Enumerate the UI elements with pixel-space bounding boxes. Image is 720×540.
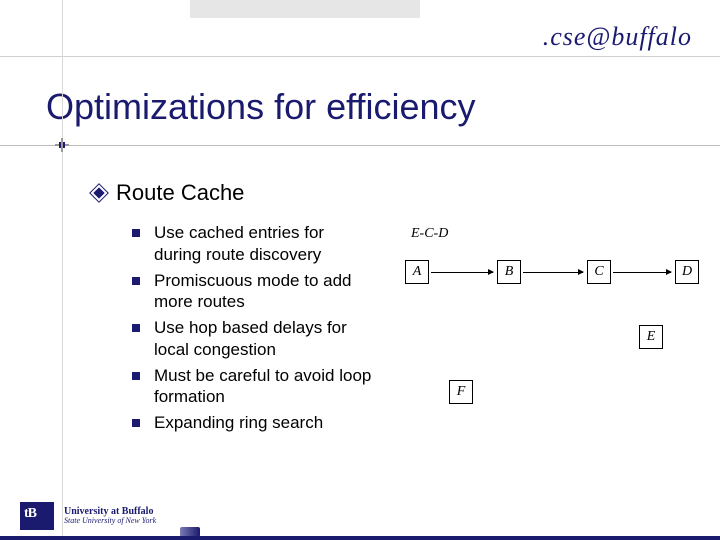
path-label: E-C-D [411,226,448,242]
bullet-list: Use cached entries for during route disc… [132,222,372,438]
arrow-c-d [613,272,671,273]
section-heading: Route Cache [92,180,244,206]
crosshair-icon [55,138,69,152]
diamond-bullet-icon [89,183,109,203]
bullet-item: Use hop based delays for local congestio… [132,317,372,361]
top-accent-bar [190,0,420,18]
top-divider [0,56,720,57]
node-a: A [405,260,429,284]
cse-buffalo-logo: .cse@buffalo [543,22,692,52]
slide-title: Optimizations for efficiency [46,86,476,128]
bullet-item: Use cached entries for during route disc… [132,222,372,266]
vertical-rule [62,0,63,540]
arrow-b-c [523,272,583,273]
bullet-item: Must be careful to avoid loop formation [132,365,372,409]
node-d: D [675,260,699,284]
footer: tB University at Buffalo State Universit… [20,502,156,530]
bullet-item: Expanding ring search [132,412,372,434]
route-diagram: E-C-D A B C D E F [405,220,705,420]
arrow-a-b [431,272,493,273]
horizontal-rule [0,145,720,146]
node-e: E [639,325,663,349]
section-heading-text: Route Cache [116,180,244,206]
footer-bar [0,536,720,540]
node-b: B [497,260,521,284]
footer-line2: State University of New York [64,517,156,525]
bullet-item: Promiscuous mode to add more routes [132,270,372,314]
node-c: C [587,260,611,284]
ub-mark-text: tB [24,506,36,522]
ub-wordmark: University at Buffalo State University o… [64,507,156,526]
ub-logo-icon: tB [20,502,54,530]
node-f: F [449,380,473,404]
